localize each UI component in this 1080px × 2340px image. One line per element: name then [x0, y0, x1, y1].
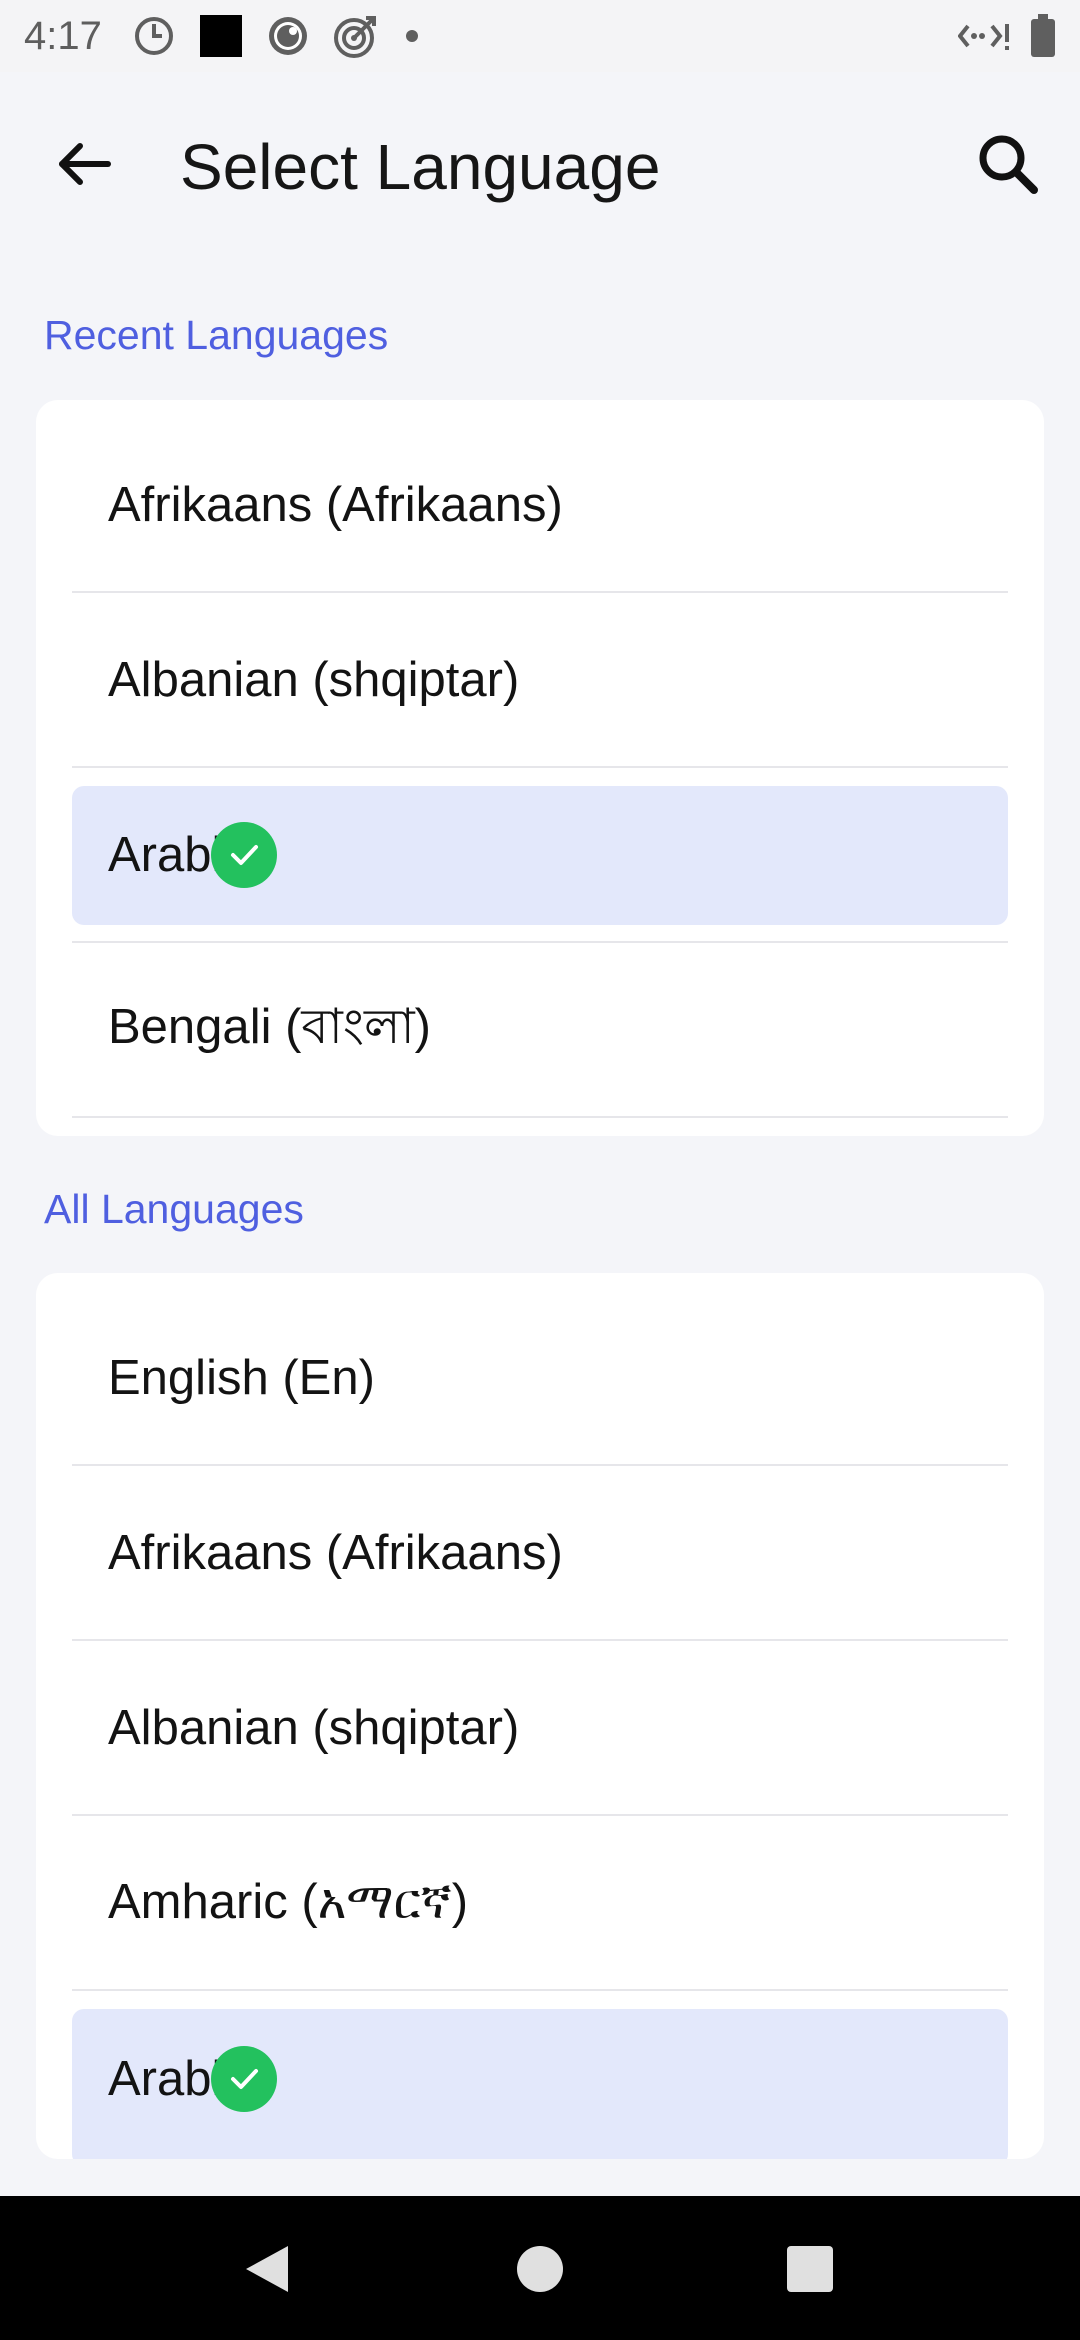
recent-language-item-selected[interactable]: Arabic [72, 768, 1008, 943]
language-label: Amharic (አማርኛ) [108, 1875, 469, 1929]
status-bar: 4:17 [0, 0, 1080, 72]
language-label: Afrikaans (Afrikaans) [108, 1525, 563, 1580]
recent-languages-heading: Recent Languages [44, 312, 389, 358]
arrow-left-icon [56, 140, 112, 188]
language-label: English (En) [108, 1350, 375, 1405]
status-time: 4:17 [24, 13, 102, 58]
do-not-disturb-icon [132, 14, 176, 58]
nav-home-button[interactable] [505, 2234, 575, 2304]
signal-icon [958, 18, 1012, 54]
nav-back-button[interactable] [232, 2234, 302, 2304]
check-icon [210, 821, 277, 888]
nav-recents-button[interactable] [775, 2234, 845, 2304]
language-item[interactable]: Amharic (አማርኛ) [72, 1816, 1008, 1991]
all-languages-card: English (En) Afrikaans (Afrikaans) Alban… [36, 1273, 1044, 2159]
language-item[interactable]: Afrikaans (Afrikaans) [72, 1466, 1008, 1641]
recents-square-icon [785, 2244, 835, 2294]
app-bar: Select Language [0, 72, 1080, 272]
language-item[interactable]: English (En) [72, 1291, 1008, 1466]
battery-icon [1030, 14, 1056, 58]
recent-language-item[interactable]: Albanian (shqiptar) [72, 593, 1008, 768]
back-triangle-icon [242, 2242, 292, 2296]
language-item[interactable]: Albanian (shqiptar) [72, 1641, 1008, 1816]
recent-languages-card: Afrikaans (Afrikaans) Albanian (shqiptar… [36, 400, 1044, 1136]
language-item-selected[interactable]: Arabic [72, 1991, 1008, 2159]
system-nav-bar [0, 2196, 1080, 2340]
status-icons-left [132, 12, 422, 60]
recent-language-item[interactable]: Bengali (বাংলা) [72, 943, 1008, 1118]
recent-language-item[interactable]: Afrikaans (Afrikaans) [72, 418, 1008, 593]
check-icon [210, 2045, 277, 2112]
page-title: Select Language [180, 131, 661, 203]
status-icons-right [958, 14, 1056, 58]
language-label: Bengali (বাংলা) [108, 999, 432, 1054]
back-button[interactable] [44, 124, 124, 204]
square-app-icon [198, 13, 244, 59]
language-label: Albanian (shqiptar) [108, 1700, 520, 1755]
camera-lens-icon [266, 14, 310, 58]
language-label: Afrikaans (Afrikaans) [108, 477, 563, 532]
target-icon [332, 12, 380, 60]
language-label: Albanian (shqiptar) [108, 652, 520, 707]
dot-icon [402, 26, 422, 46]
search-button[interactable] [966, 122, 1050, 206]
search-icon [976, 132, 1040, 196]
home-circle-icon [515, 2244, 565, 2294]
all-languages-heading: All Languages [44, 1186, 304, 1232]
